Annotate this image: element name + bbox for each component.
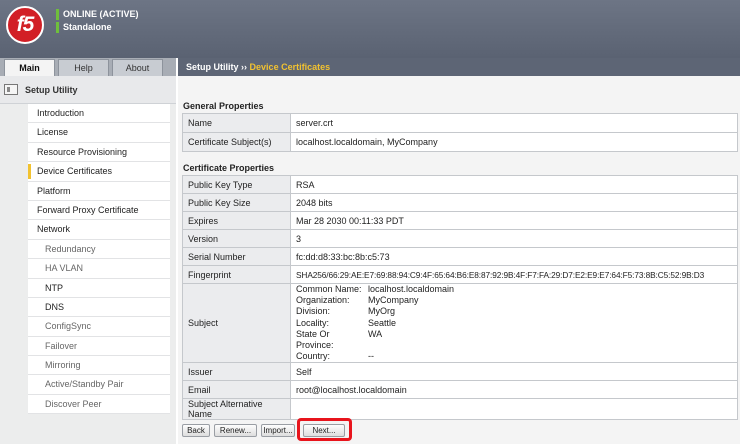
sidebar-item-platform[interactable]: Platform — [28, 181, 170, 201]
subject-field-label: State Or Province: — [296, 328, 334, 351]
breadcrumb-current: Device Certificates — [249, 62, 331, 72]
sidebar-item-device-certificates[interactable]: Device Certificates — [28, 162, 170, 182]
property-value: root@localhost.localdomain — [290, 380, 738, 400]
breadcrumb-separator: ›› — [241, 62, 248, 72]
property-label: Issuer — [182, 362, 291, 382]
property-label: Serial Number — [182, 247, 291, 266]
sidebar-item-discover-peer[interactable]: Discover Peer — [28, 394, 170, 415]
status-indicator-icon — [56, 8, 59, 20]
certificate-properties-table: Public Key Type RSA Public Key Size 2048… — [182, 175, 738, 421]
sidebar-item-configsync[interactable]: ConfigSync — [28, 317, 170, 337]
setup-utility-icon — [4, 84, 18, 95]
renew-button[interactable]: Renew... — [214, 424, 257, 437]
tab-main[interactable]: Main — [4, 59, 55, 77]
breadcrumb: Setup Utility ›› Device Certificates — [178, 58, 740, 76]
subject-field-label: Country: — [296, 351, 331, 362]
property-value: server.crt — [290, 113, 738, 133]
sidebar-title: Setup Utility — [25, 85, 78, 95]
table-row: Certificate Subject(s) localhost.localdo… — [182, 132, 738, 152]
property-label: Name — [182, 113, 291, 133]
general-properties-title: General Properties — [183, 101, 264, 111]
general-properties-table: Name server.crt Certificate Subject(s) l… — [182, 113, 738, 152]
property-value: localhost.localdomain, MyCompany — [290, 132, 738, 152]
property-label: Public Key Type — [182, 175, 291, 194]
property-value: Self — [290, 362, 738, 382]
breadcrumb-root[interactable]: Setup Utility — [186, 62, 239, 72]
sidebar-item-forward-proxy-certificate[interactable]: Forward Proxy Certificate — [28, 200, 170, 221]
status-indicator-icon — [56, 21, 59, 33]
subject-field-value: MyOrg — [368, 306, 395, 317]
table-row: Serial Number fc:dd:d8:33:bc:8b:c5:73 — [182, 247, 738, 266]
subject-field-value: WA — [368, 328, 383, 339]
property-value: Mar 28 2030 00:11:33 PDT — [290, 211, 738, 230]
sidebar-header: Setup Utility — [0, 76, 176, 104]
property-label: Version — [182, 229, 291, 248]
property-label: Expires — [182, 211, 291, 230]
subject-field-label: Organization: — [296, 295, 350, 306]
table-row: Email root@localhost.localdomain — [182, 380, 738, 400]
sidebar-item-license[interactable]: License — [28, 123, 170, 143]
property-label: Subject — [182, 282, 291, 364]
table-row: Public Key Type RSA — [182, 175, 738, 194]
subject-value: Common Name: localhost.localdomain Organiz… — [290, 282, 738, 364]
table-row: Subject Common Name: localhost.localdomai… — [182, 282, 738, 364]
import-button[interactable]: Import... — [261, 424, 295, 437]
subject-field-label: Common Name: — [296, 284, 362, 294]
table-row: Fingerprint SHA256/66:29:AE:E7:69:88:94:… — [182, 265, 738, 284]
table-row: Subject Alternative Name — [182, 398, 738, 421]
top-banner: f5 ONLINE (ACTIVE) Standalone — [0, 0, 740, 58]
subject-fields: Common Name: localhost.localdomain Organiz… — [296, 284, 732, 362]
tab-about[interactable]: About — [112, 59, 163, 76]
property-label: Fingerprint — [182, 265, 291, 284]
back-button[interactable]: Back — [182, 424, 210, 437]
property-value: 2048 bits — [290, 193, 738, 212]
sidebar-item-network[interactable]: Network — [28, 220, 170, 240]
subject-field-label: Division: — [296, 306, 331, 317]
sidebar-item-ha-vlan[interactable]: HA VLAN — [28, 259, 170, 279]
f5-logo[interactable]: f5 — [6, 6, 44, 44]
property-label: Certificate Subject(s) — [182, 132, 291, 152]
property-value — [290, 398, 738, 421]
sidebar-item-resource-provisioning[interactable]: Resource Provisioning — [28, 142, 170, 163]
certificate-properties-title: Certificate Properties — [183, 163, 275, 173]
sidebar-item-failover[interactable]: Failover — [28, 336, 170, 357]
device-status: ONLINE (ACTIVE) Standalone — [56, 8, 139, 34]
next-button-highlight — [297, 418, 352, 441]
sidebar-item-mirroring[interactable]: Mirroring — [28, 356, 170, 376]
property-value: RSA — [290, 175, 738, 194]
fingerprint-value: SHA256/66:29:AE:E7:69:88:94:C9:4F:65:64:… — [290, 265, 738, 284]
subject-field-label: Locality: — [296, 317, 330, 328]
sidebar-item-ntp[interactable]: NTP — [28, 278, 170, 298]
status-mode-text: Standalone — [63, 22, 112, 32]
sidebar-item-active-standby-pair[interactable]: Active/Standby Pair — [28, 375, 170, 395]
property-label: Email — [182, 380, 291, 400]
table-row: Issuer Self — [182, 362, 738, 382]
sidebar-item-introduction[interactable]: Introduction — [28, 104, 170, 124]
property-label: Public Key Size — [182, 193, 291, 212]
table-row: Version 3 — [182, 229, 738, 248]
sidebar-item-redundancy[interactable]: Redundancy — [28, 239, 170, 260]
subject-field-value: -- — [368, 351, 374, 362]
table-row: Name server.crt — [182, 113, 738, 133]
table-row: Public Key Size 2048 bits — [182, 193, 738, 212]
property-label: Subject Alternative Name — [182, 398, 291, 421]
subject-field-value: localhost.localdomain — [368, 284, 455, 294]
property-value: fc:dd:d8:33:bc:8b:c5:73 — [290, 247, 738, 266]
subject-field-value: MyCompany — [368, 295, 419, 306]
status-online-text: ONLINE (ACTIVE) — [63, 9, 139, 19]
tab-help[interactable]: Help — [58, 59, 109, 76]
sidebar-nav: Introduction License Resource Provisioning… — [28, 104, 170, 415]
sidebar-item-dns[interactable]: DNS — [28, 297, 170, 318]
subject-field-value: Seattle — [368, 317, 397, 328]
table-row: Expires Mar 28 2030 00:11:33 PDT — [182, 211, 738, 230]
property-value: 3 — [290, 229, 738, 248]
